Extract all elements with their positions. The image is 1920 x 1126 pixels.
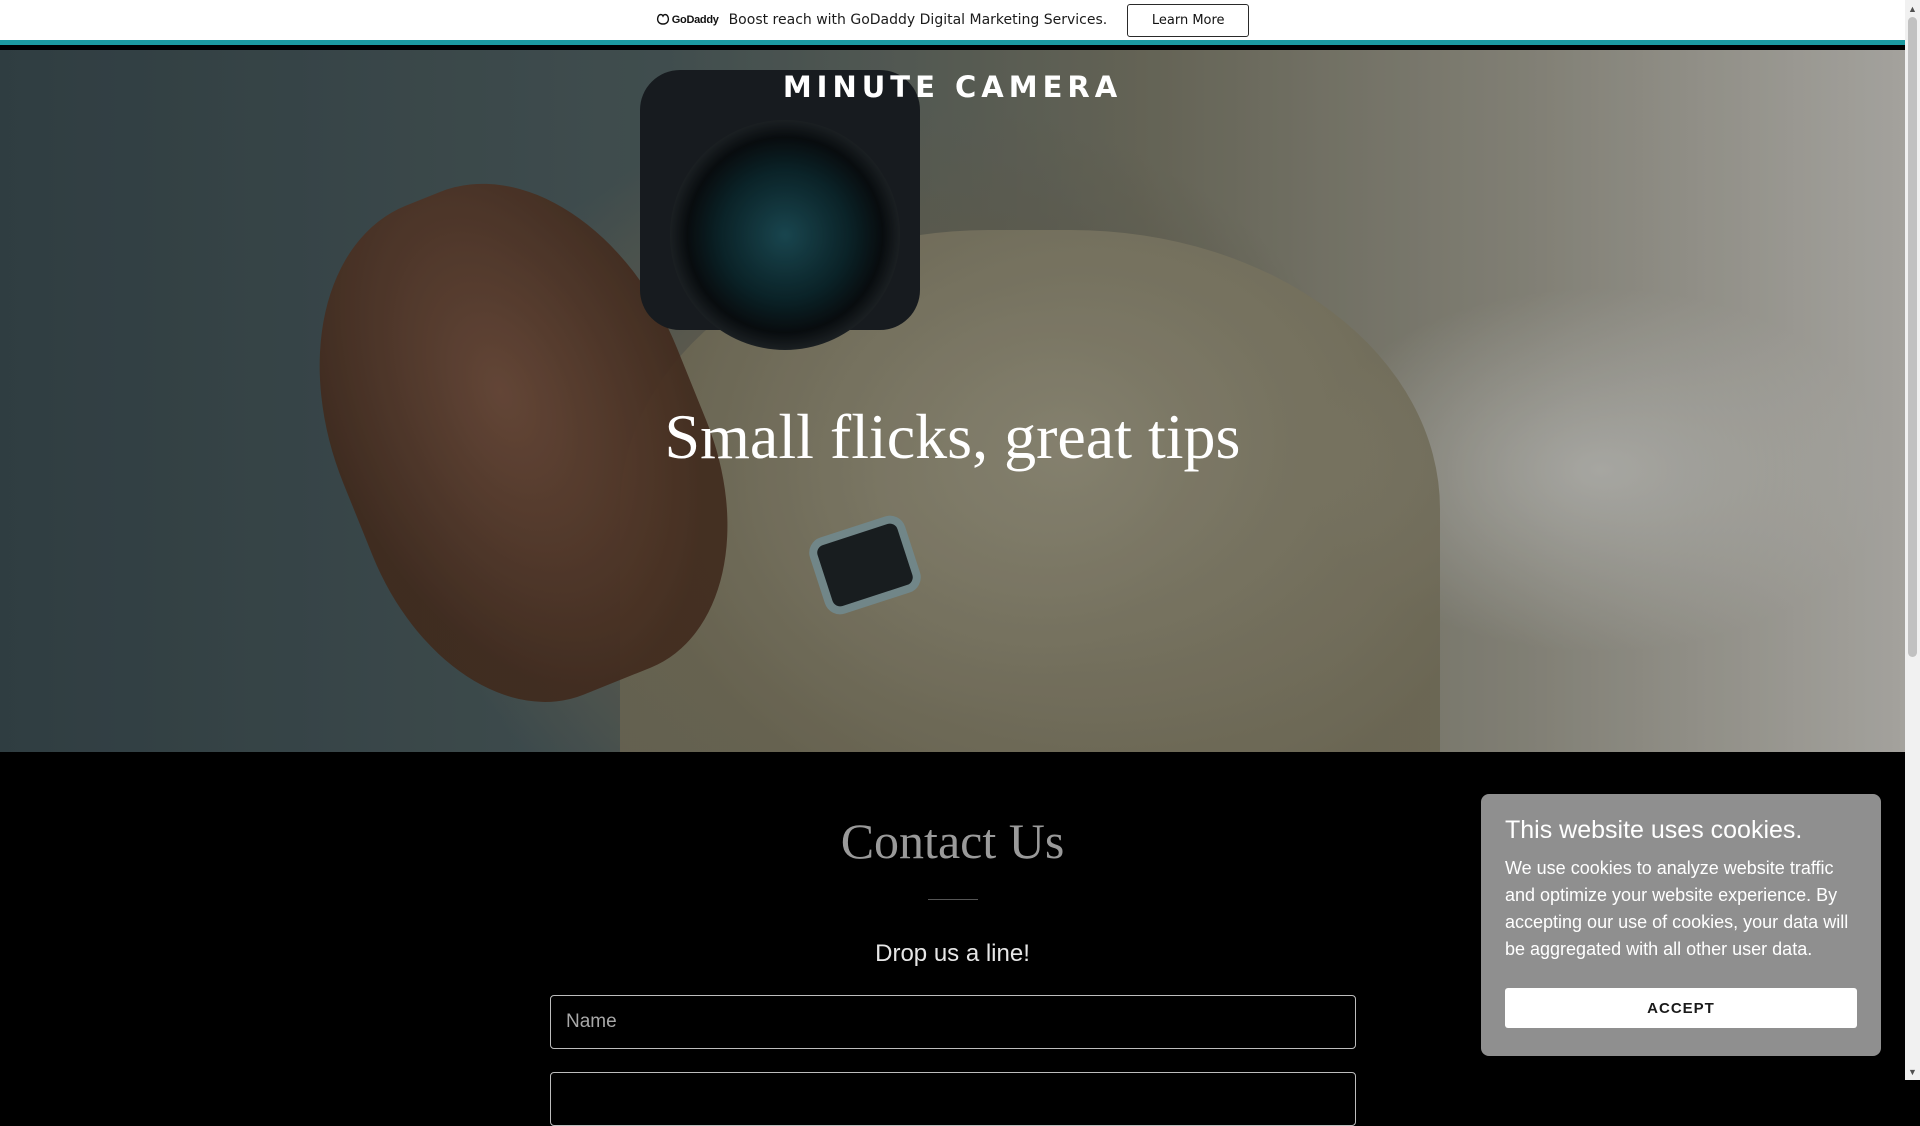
hero-tagline: Small flicks, great tips xyxy=(664,401,1241,472)
page-scrollbar[interactable]: ▲ ▼ xyxy=(1905,0,1920,1080)
promo-banner: GoDaddy Boost reach with GoDaddy Digital… xyxy=(0,0,1905,45)
email-input[interactable] xyxy=(550,1072,1356,1126)
learn-more-button[interactable]: Learn More xyxy=(1127,3,1250,37)
godaddy-logo-icon xyxy=(656,13,670,28)
accept-cookies-button[interactable]: ACCEPT xyxy=(1505,988,1857,1028)
site-title[interactable]: MINUTE CAMERA xyxy=(0,70,1905,104)
scroll-up-arrow-icon[interactable]: ▲ xyxy=(1905,0,1920,17)
promo-message: Boost reach with GoDaddy Digital Marketi… xyxy=(728,12,1108,28)
cookie-body: We use cookies to analyze website traffi… xyxy=(1505,858,1849,959)
cookie-title: This website uses cookies. xyxy=(1505,816,1803,844)
godaddy-logo-text: GoDaddy xyxy=(671,14,719,26)
godaddy-logo: GoDaddy xyxy=(656,13,719,28)
scrollbar-thumb[interactable] xyxy=(1908,17,1917,657)
scroll-down-arrow-icon[interactable]: ▼ xyxy=(1905,1063,1920,1080)
cookie-popup: This website uses cookies. We use cookie… xyxy=(1481,794,1881,1056)
name-input[interactable] xyxy=(550,995,1356,1049)
section-divider xyxy=(928,899,978,900)
